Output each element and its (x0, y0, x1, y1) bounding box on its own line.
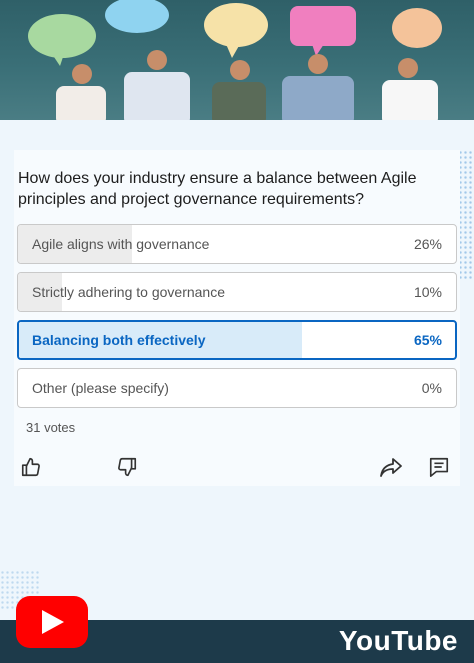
action-bar (14, 456, 460, 482)
vote-count: 31 votes (26, 420, 76, 435)
poll-card: How does your industry ensure a balance … (14, 150, 460, 486)
poll-options: Agile aligns with governance 26% Strictl… (17, 224, 457, 416)
poll-option-other[interactable]: Other (please specify) 0% (17, 368, 457, 408)
poll-option-percent: 0% (421, 380, 442, 396)
poll-option-percent: 10% (413, 284, 442, 300)
poll-option-agile-aligns[interactable]: Agile aligns with governance 26% (17, 224, 457, 264)
poll-option-percent: 26% (413, 236, 442, 252)
youtube-logo-icon[interactable] (16, 596, 88, 648)
poll-option-strictly-adhering[interactable]: Strictly adhering to governance 10% (17, 272, 457, 312)
decorative-dots (458, 150, 474, 280)
thumbs-down-icon[interactable] (116, 456, 140, 480)
poll-option-label: Strictly adhering to governance (32, 284, 225, 300)
poll-option-label: Other (please specify) (32, 380, 169, 396)
poll-option-percent: 65% (413, 332, 442, 348)
share-arrow-icon[interactable] (379, 456, 403, 480)
thumbs-up-icon[interactable] (20, 456, 44, 480)
hero-banner-image (0, 0, 474, 120)
poll-option-label: Agile aligns with governance (32, 236, 210, 252)
youtube-wordmark: YouTube (338, 625, 458, 656)
poll-question: How does your industry ensure a balance … (18, 170, 417, 208)
poll-option-label: Balancing both effectively (32, 332, 206, 348)
poll-option-balancing-both[interactable]: Balancing both effectively 65% (17, 320, 457, 360)
comment-icon[interactable] (428, 456, 452, 480)
